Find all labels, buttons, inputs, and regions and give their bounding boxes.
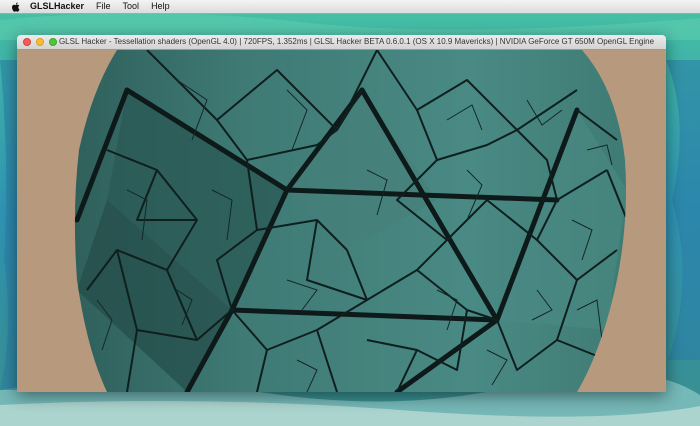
menu-bar: GLSLHacker File Tool Help xyxy=(0,0,700,14)
menu-app-name[interactable]: GLSLHacker xyxy=(30,0,84,13)
menu-tool[interactable]: Tool xyxy=(123,0,140,13)
render-viewport[interactable] xyxy=(17,50,666,392)
menu-help[interactable]: Help xyxy=(151,0,170,13)
minimize-window-button[interactable] xyxy=(36,38,44,46)
menu-file[interactable]: File xyxy=(96,0,111,13)
apple-icon[interactable] xyxy=(10,1,22,13)
window-title: GLSL Hacker - Tessellation shaders (Open… xyxy=(58,37,655,46)
app-window: GLSL Hacker - Tessellation shaders (Open… xyxy=(17,35,666,392)
close-window-button[interactable] xyxy=(23,38,31,46)
tessellated-mesh xyxy=(74,50,626,392)
window-titlebar[interactable]: GLSL Hacker - Tessellation shaders (Open… xyxy=(17,35,666,50)
